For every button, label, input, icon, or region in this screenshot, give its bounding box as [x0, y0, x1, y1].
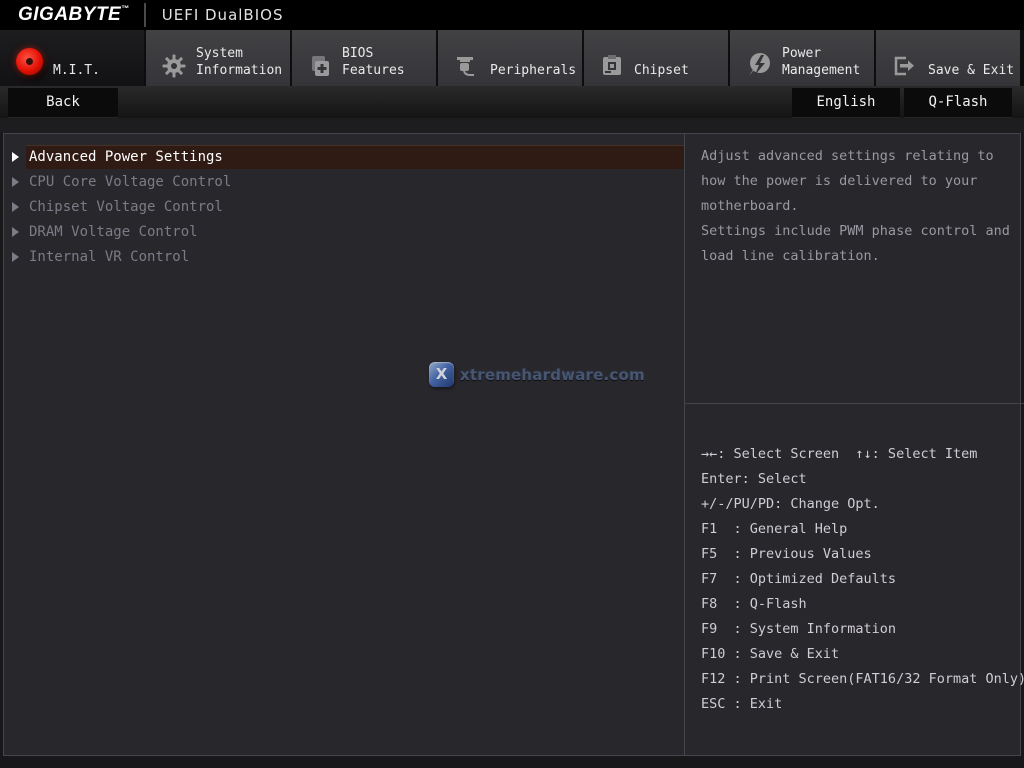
tab-save-exit[interactable]: Save & Exit: [876, 30, 1020, 86]
mit-dial-icon: [16, 48, 43, 75]
tab-label: Chipset: [634, 62, 689, 79]
sub-toolbar: Back English Q-Flash: [0, 86, 1024, 118]
tab-power-management[interactable]: Power Management: [730, 30, 874, 86]
back-button[interactable]: Back: [8, 88, 118, 117]
key-legend-line: F7 : Optimized Defaults: [701, 567, 1024, 592]
menu-item-label: Advanced Power Settings: [26, 145, 684, 169]
peripherals-icon: [454, 54, 480, 78]
brand-text: GIGABYTE: [18, 4, 121, 25]
tab-peripherals[interactable]: Peripherals: [438, 30, 582, 86]
description-line: Adjust advanced settings relating to: [701, 144, 1020, 169]
key-legend-line: Enter: Select: [701, 467, 1024, 492]
tab-bios-features[interactable]: BIOS Features: [292, 30, 436, 86]
menu-item-label: DRAM Voltage Control: [26, 220, 684, 244]
menu-item[interactable]: Chipset Voltage Control: [4, 194, 684, 219]
gigabyte-logo: GIGABYTE™: [18, 4, 130, 26]
key-legend-line: F12 : Print Screen(FAT16/32 Format Only): [701, 667, 1024, 692]
uefi-bios-screen: GIGABYTE™ UEFI DualBIOS M.I.T.: [0, 0, 1024, 768]
key-legend-line: →←: Select Screen ↑↓: Select Item: [701, 442, 1024, 467]
key-legend-line: F1 : General Help: [701, 517, 1024, 542]
description-line: load line calibration.: [701, 244, 1020, 269]
key-legend-line: F8 : Q-Flash: [701, 592, 1024, 617]
menu-item[interactable]: Internal VR Control: [4, 244, 684, 269]
description-line: Settings include PWM phase control and: [701, 219, 1020, 244]
menu-item[interactable]: DRAM Voltage Control: [4, 219, 684, 244]
menu-item[interactable]: CPU Core Voltage Control: [4, 169, 684, 194]
spacer-strip: [0, 118, 1024, 133]
tab-bar: M.I.T.: [0, 30, 1024, 86]
description-line: how the power is delivered to your: [701, 169, 1020, 194]
power-bolt-icon: [746, 52, 772, 78]
key-legend-line: F10 : Save & Exit: [701, 642, 1024, 667]
trademark-symbol: ™: [121, 4, 130, 13]
tab-chipset[interactable]: Chipset: [584, 30, 728, 86]
watermark: X xtremehardware.com: [429, 362, 645, 387]
menu-item-label: Chipset Voltage Control: [26, 195, 684, 219]
menu-item-label: CPU Core Voltage Control: [26, 170, 684, 194]
bios-title: UEFI DualBIOS: [162, 6, 284, 24]
bios-features-icon: [308, 54, 332, 78]
submenu-arrow-icon: [12, 152, 19, 162]
qflash-button[interactable]: Q-Flash: [904, 88, 1012, 117]
header-bar: GIGABYTE™ UEFI DualBIOS: [0, 0, 1024, 30]
submenu-arrow-icon: [12, 227, 19, 237]
tab-label: Power Management: [782, 45, 860, 79]
key-legend-line: F9 : System Information: [701, 617, 1024, 642]
watermark-x-icon: X: [429, 362, 454, 387]
key-legend-line: ESC : Exit: [701, 692, 1024, 717]
tab-label: Save & Exit: [928, 62, 1014, 79]
menu-item-label: Internal VR Control: [26, 245, 684, 269]
language-button[interactable]: English: [792, 88, 900, 117]
submenu-arrow-icon: [12, 177, 19, 187]
item-description: Adjust advanced settings relating to how…: [685, 134, 1024, 404]
chipset-icon: [600, 54, 624, 78]
settings-menu-panel: Advanced Power Settings CPU Core Voltage…: [4, 134, 684, 755]
tab-mit[interactable]: M.I.T.: [0, 30, 144, 86]
bottom-strip: [0, 756, 1024, 768]
key-legend: →←: Select Screen ↑↓: Select Item Enter:…: [685, 404, 1024, 755]
watermark-text: xtremehardware.com: [460, 366, 645, 384]
save-exit-icon: [892, 54, 918, 78]
key-legend-line: +/-/PU/PD: Change Opt.: [701, 492, 1024, 517]
submenu-arrow-icon: [12, 202, 19, 212]
menu-item[interactable]: Advanced Power Settings: [4, 144, 684, 169]
header-divider: [144, 3, 146, 27]
tab-label: System Information: [196, 45, 282, 79]
key-legend-line: F5 : Previous Values: [701, 542, 1024, 567]
tab-label: BIOS Features: [342, 45, 405, 79]
main-content: Advanced Power Settings CPU Core Voltage…: [3, 133, 1021, 756]
tab-system-information[interactable]: System Information: [146, 30, 290, 86]
tab-label: Peripherals: [490, 62, 576, 79]
gear-icon: [162, 54, 186, 78]
tab-label: M.I.T.: [53, 62, 100, 79]
submenu-arrow-icon: [12, 252, 19, 262]
description-line: motherboard.: [701, 194, 1020, 219]
info-panel: Adjust advanced settings relating to how…: [684, 134, 1024, 755]
